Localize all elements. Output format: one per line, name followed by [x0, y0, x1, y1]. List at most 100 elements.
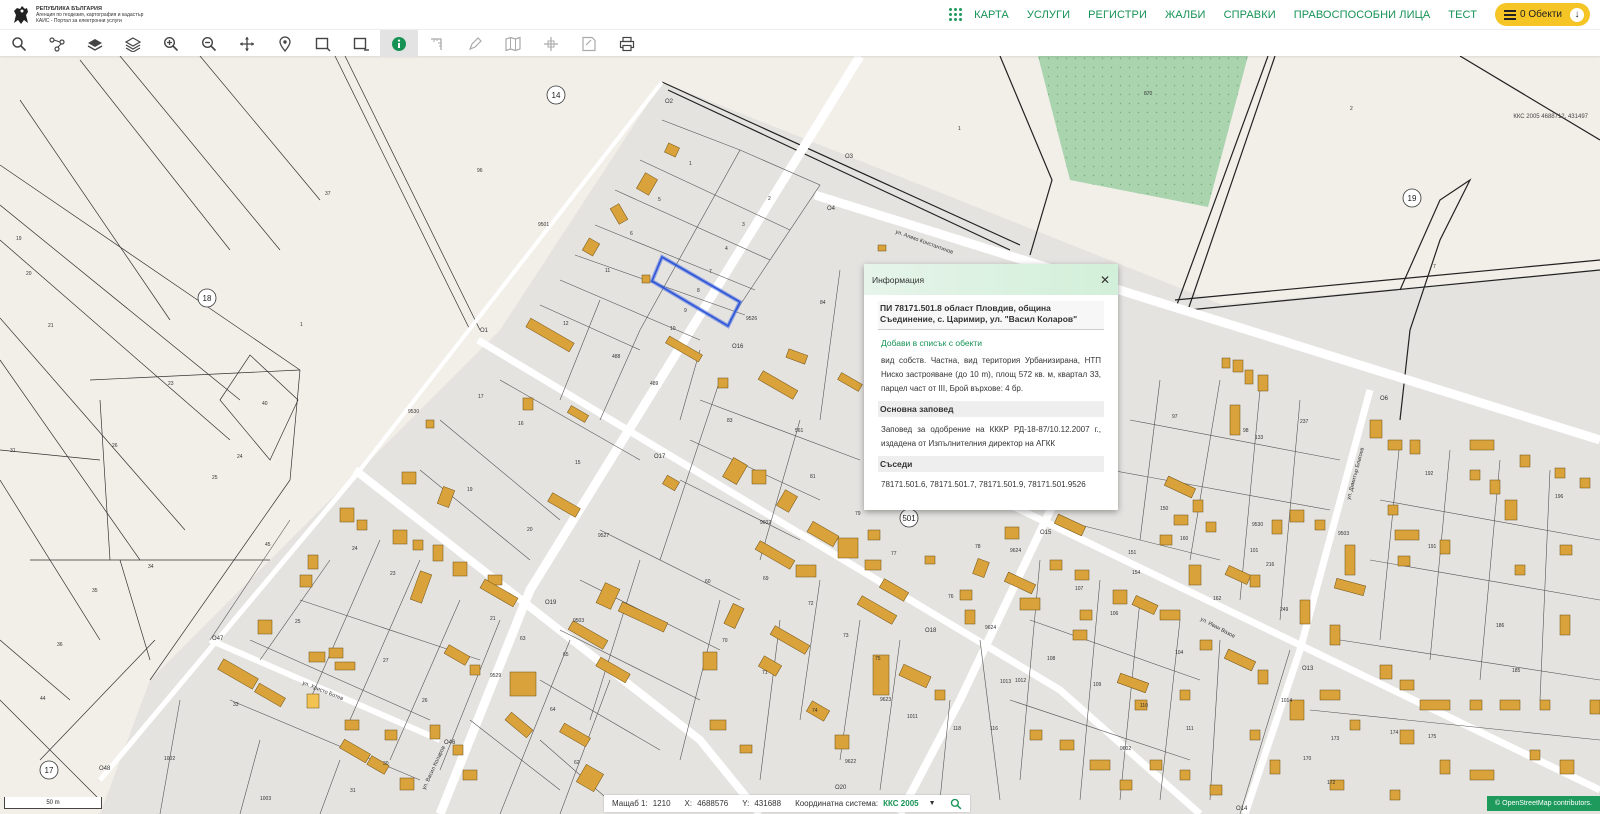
parcel-number: 21	[490, 616, 496, 622]
parcel-number: 108	[1047, 656, 1056, 662]
pin-tool[interactable]	[266, 30, 304, 57]
logo-text: РЕПУБЛИКА БЪЛГАРИЯ Агенция по геодезия, …	[36, 6, 143, 24]
map-attribution[interactable]: © OpenStreetMap contributors.	[1487, 796, 1600, 811]
cross-tool[interactable]	[532, 30, 570, 57]
parcel-number: 19	[16, 236, 22, 242]
quarter-label: 14	[552, 91, 561, 100]
note-tool[interactable]	[570, 30, 608, 57]
popup-title: Информация	[872, 274, 925, 285]
parcel-number: 9527	[598, 533, 609, 539]
dropdown-arrow-icon[interactable]: ▼	[929, 800, 936, 807]
logo-line2: Агенция по геодезия, картография и кадас…	[36, 11, 144, 18]
parcel-number: 101	[1250, 548, 1259, 554]
parcel-number: 561	[795, 428, 804, 434]
quarter-label: 501	[902, 514, 916, 523]
measure-tool[interactable]	[418, 30, 456, 57]
select-rect-tool[interactable]	[304, 30, 342, 57]
parcel-number: 7	[709, 269, 712, 275]
parcel-number: 21	[48, 323, 54, 329]
parcel-number: 191	[1428, 544, 1437, 550]
parcel-number: 110	[1140, 703, 1148, 709]
crs-select[interactable]: ККС 2005	[883, 799, 918, 808]
layers-tool[interactable]	[114, 30, 152, 57]
point-label: О2	[665, 99, 674, 105]
parcel-number: 111	[1186, 726, 1194, 732]
pen-tool[interactable]	[456, 30, 494, 57]
print-tool[interactable]	[608, 30, 646, 57]
parcel-number: 9624	[985, 625, 996, 631]
parcel-number: 98	[1243, 428, 1249, 434]
parcel-number: 40	[262, 401, 268, 407]
quarter-label: 17	[45, 766, 54, 775]
pan-tool[interactable]	[228, 30, 266, 57]
search-tool[interactable]	[0, 30, 38, 57]
y-value: 431688	[754, 799, 782, 808]
layers-icon	[125, 36, 141, 52]
parcel-number: 70	[722, 638, 728, 644]
parcel-number: 75	[875, 656, 881, 662]
nav-registers[interactable]: РЕГИСТРИ	[1088, 9, 1147, 21]
parcel-number: 5	[658, 197, 661, 203]
scale-value[interactable]: 1210	[653, 799, 671, 808]
search-icon[interactable]	[950, 798, 962, 810]
print-icon	[619, 36, 635, 51]
nav-map[interactable]: КАРТА	[974, 9, 1009, 21]
parcel-number: 24	[352, 546, 358, 552]
parcel-number: 44	[40, 696, 46, 702]
neighbours-text: 78171.501.6, 78171.501.7, 78171.501.9, 7…	[881, 480, 1086, 489]
cadastral-map[interactable]: 14 18 19 17 501 О2 О3 О4 О1 О16 О17 О19 …	[0, 56, 1600, 814]
x-label: X:	[684, 799, 693, 808]
parcel-number: 116	[990, 726, 998, 732]
parcel-number: 106	[1110, 611, 1119, 617]
nav-test[interactable]: ТЕСТ	[1448, 9, 1477, 21]
parcel-number: 249	[1280, 607, 1289, 613]
point-label: О20	[835, 785, 847, 791]
layer-tool[interactable]	[76, 30, 114, 57]
point-label: О15	[1040, 530, 1052, 536]
pan-icon	[240, 36, 254, 51]
parcel-number: 11	[605, 268, 610, 274]
parcel-number: 107	[1075, 586, 1084, 592]
nav-licensed-persons[interactable]: ПРАВОСПОСОБНИ ЛИЦА	[1294, 9, 1431, 21]
point-label: О4	[827, 206, 836, 212]
route-tool[interactable]	[38, 30, 76, 57]
parcel-number: 26	[422, 698, 428, 704]
parcel-number: 173	[1331, 736, 1340, 742]
map-book-tool[interactable]	[494, 30, 532, 57]
parcel-number: 25	[212, 475, 218, 481]
parcel-description: вид собств. Частна, вид територия Урбани…	[881, 356, 1101, 393]
pin-icon	[279, 35, 291, 52]
lion-emblem-icon	[14, 5, 28, 24]
parcel-number: 72	[808, 601, 814, 607]
logo-line3: КАИС - Портал за електронни услуги	[36, 17, 122, 24]
add-to-list-link[interactable]: Добави в списък с обекти	[881, 338, 1101, 348]
nav-complaints[interactable]: ЖАЛБИ	[1165, 9, 1206, 21]
parcel-number: 9624	[1010, 548, 1021, 554]
quarter-label: 18	[203, 294, 212, 303]
arrow-down-icon: ↓	[1570, 7, 1584, 22]
point-label: О6	[1380, 396, 1389, 402]
parcel-number: 192	[1425, 471, 1434, 477]
agency-logo[interactable]: РЕПУБЛИКА БЪЛГАРИЯ Агенция по геодезия, …	[0, 0, 143, 29]
parcel-number: 33	[233, 702, 239, 708]
parcel-number: 1	[689, 161, 692, 167]
map-toolbar	[0, 29, 1600, 57]
select-rect-minus-tool[interactable]	[342, 30, 380, 57]
parcel-number: 20	[26, 271, 32, 277]
parcel-number: 77	[891, 551, 897, 557]
parcel-number: 172	[1327, 780, 1336, 786]
parcel-number: 8	[697, 288, 700, 294]
apps-grid-icon[interactable]	[949, 8, 963, 21]
objects-button[interactable]: 0 Обекти ↓	[1495, 3, 1590, 26]
nav-references[interactable]: СПРАВКИ	[1224, 9, 1276, 21]
parcel-number: 76	[948, 594, 954, 600]
info-tool[interactable]	[380, 30, 418, 57]
close-icon[interactable]: ✕	[1100, 273, 1110, 287]
parcel-number: 30	[383, 761, 389, 767]
point-label: О19	[545, 600, 557, 606]
nav-services[interactable]: УСЛУГИ	[1027, 9, 1070, 21]
zoom-in-tool[interactable]	[152, 30, 190, 57]
zoom-out-tool[interactable]	[190, 30, 228, 57]
map-canvas[interactable]: 14 18 19 17 501 О2 О3 О4 О1 О16 О17 О19 …	[0, 56, 1600, 814]
point-label: О14	[1236, 806, 1248, 812]
